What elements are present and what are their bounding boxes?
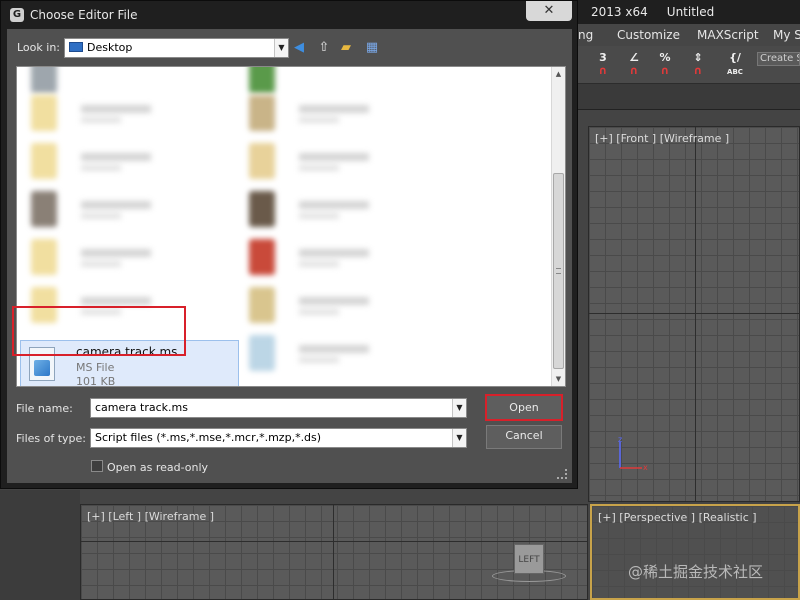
look-in-value: Desktop [87, 41, 133, 54]
list-item[interactable] [31, 95, 231, 137]
angle-snap-icon[interactable]: ∠ ∩ [622, 51, 646, 77]
axis-x-label: x [643, 463, 648, 472]
look-in-dropdown[interactable]: Desktop ▼ [64, 38, 289, 58]
view-menu-icon[interactable]: ▦ [363, 39, 381, 57]
look-in-label: Look in: [17, 41, 60, 54]
scrollbar-thumb[interactable] [553, 173, 564, 369]
grid-axis-vertical [695, 127, 696, 501]
left-panel [0, 490, 80, 600]
list-item[interactable] [31, 143, 231, 185]
file-item-type: MS File [76, 361, 115, 374]
list-item[interactable] [249, 191, 449, 233]
open-button[interactable]: Open [485, 394, 563, 421]
chevron-down-icon[interactable]: ▼ [452, 399, 466, 417]
list-item[interactable] [249, 143, 449, 185]
menu-item-rendering[interactable]: ng [578, 28, 593, 42]
file-type-dropdown[interactable]: Script files (*.ms,*.mse,*.mcr,*.mzp,*.d… [90, 428, 467, 448]
file-name-label: File name: [16, 402, 73, 415]
menu-item-my-scripts[interactable]: My S [773, 28, 800, 42]
viewport-left[interactable]: [+] [Left ] [Wireframe ] [80, 504, 588, 600]
cancel-button[interactable]: Cancel [486, 425, 562, 449]
new-folder-icon[interactable]: ▰ [337, 39, 355, 57]
file-type-value: Script files (*.ms,*.mse,*.mcr,*.mzp,*.d… [95, 431, 322, 444]
resize-grip-icon[interactable] [557, 469, 567, 479]
viewport-perspective[interactable]: [+] [Perspective ] [Realistic ] [590, 504, 800, 600]
viewport-label-front[interactable]: [+] [Front ] [Wireframe ] [595, 132, 729, 145]
create-selection-set-field[interactable]: Create S [757, 52, 800, 66]
grid-axis-vertical [333, 505, 334, 599]
file-type-label: Files of type: [16, 432, 87, 445]
file-name-value: camera track.ms [95, 401, 188, 414]
viewport-label-perspective[interactable]: [+] [Perspective ] [Realistic ] [598, 511, 757, 524]
scroll-up-icon[interactable]: ▲ [552, 67, 565, 81]
back-icon[interactable]: ◀ [290, 39, 308, 57]
list-item[interactable] [249, 95, 449, 137]
app-icon: G [10, 8, 24, 22]
grip-icon [556, 268, 561, 274]
grid-axis-horizontal [589, 313, 799, 314]
viewcube-icon[interactable]: LEFT [514, 544, 544, 574]
annotation-highlight [12, 306, 186, 356]
up-folder-icon[interactable]: ⇧ [315, 39, 333, 57]
file-name-field[interactable]: camera track.ms ▼ [90, 398, 467, 418]
snaps-toggle-icon[interactable]: 3 ∩ [592, 51, 614, 77]
axis-z-label: z [618, 436, 622, 444]
watermark: @稀土掘金技术社区 [628, 563, 764, 581]
chevron-down-icon[interactable]: ▼ [452, 429, 466, 447]
grid-axis-horizontal [81, 541, 587, 542]
list-item[interactable] [249, 335, 449, 377]
read-only-label[interactable]: Open as read-only [107, 461, 208, 474]
read-only-checkbox[interactable] [91, 460, 103, 472]
app-title: 2013 x64 Untitled [591, 5, 715, 19]
dialog-title: Choose Editor File [30, 8, 138, 22]
desktop-icon [69, 42, 83, 52]
choose-editor-file-dialog: G Choose Editor File ✕ Look in: Desktop … [0, 0, 578, 489]
menu-item-maxscript[interactable]: MAXScript [697, 28, 759, 42]
list-item[interactable] [249, 239, 449, 281]
dialog-titlebar[interactable]: G Choose Editor File ✕ [1, 1, 577, 29]
list-item[interactable] [249, 287, 449, 329]
menu-item-customize[interactable]: Customize [617, 28, 680, 42]
list-item[interactable] [31, 191, 231, 233]
chevron-down-icon[interactable]: ▼ [274, 39, 288, 57]
axis-tripod-icon: z x [616, 435, 648, 472]
edit-named-selection-icon[interactable]: {/ABC [724, 51, 746, 77]
vertical-scrollbar[interactable]: ▲ ▼ [551, 67, 565, 386]
close-icon[interactable]: ✕ [526, 1, 572, 21]
list-item[interactable] [31, 239, 231, 281]
viewport-label-left[interactable]: [+] [Left ] [Wireframe ] [87, 510, 214, 523]
spinner-snap-icon[interactable]: ⇕ ∩ [688, 51, 708, 77]
percent-snap-icon[interactable]: % ∩ [655, 51, 675, 77]
dialog-body: Look in: Desktop ▼ ◀ ⇧ ▰ ▦ camera track. [7, 29, 572, 483]
file-item-size: 101 KB [76, 375, 116, 387]
scroll-down-icon[interactable]: ▼ [552, 372, 565, 386]
